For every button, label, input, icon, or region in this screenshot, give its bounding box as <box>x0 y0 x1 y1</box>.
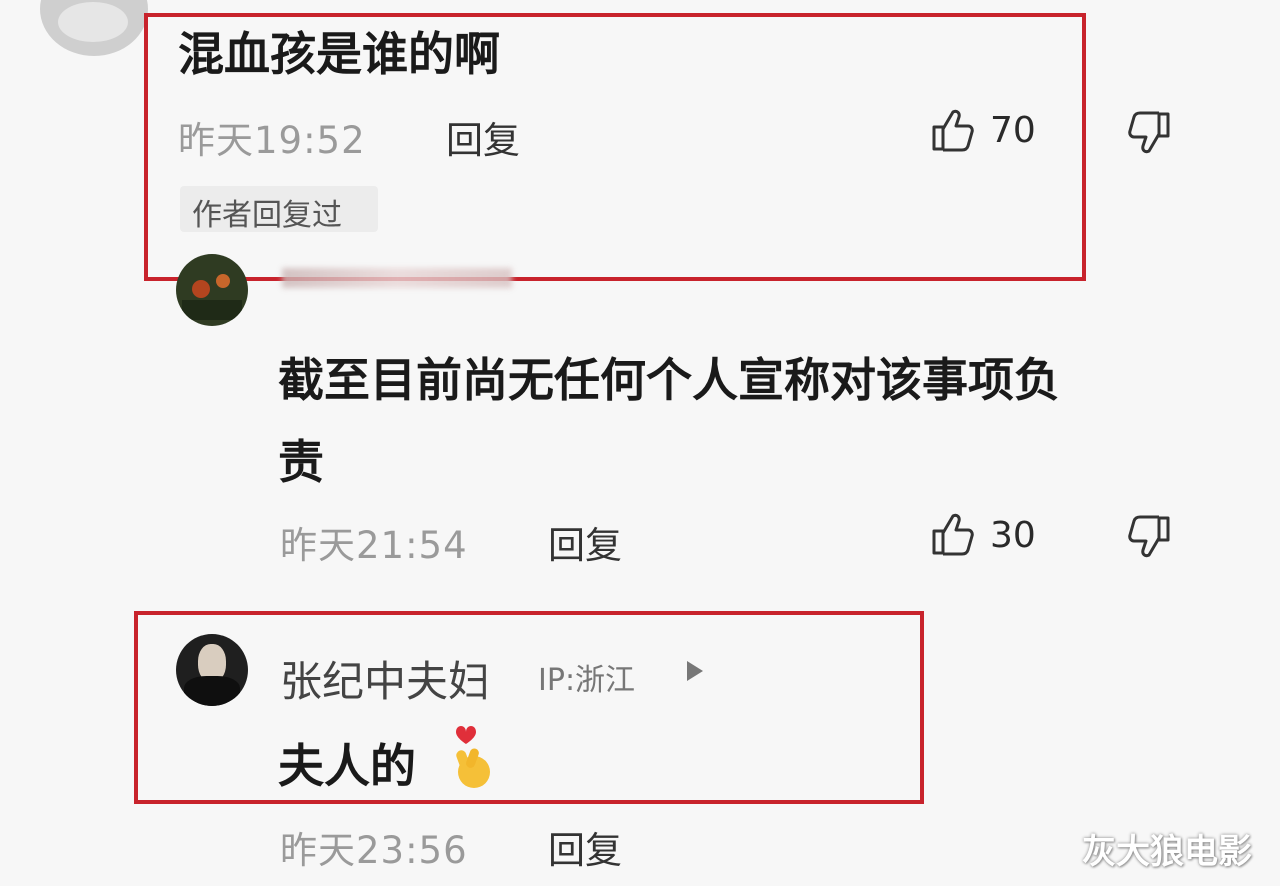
comment-text: 夫人的 <box>278 739 416 793</box>
avatar[interactable] <box>40 0 148 56</box>
avatar[interactable] <box>176 254 248 326</box>
avatar[interactable] <box>176 634 248 706</box>
watermark: 灰大狼电影 <box>1082 832 1252 872</box>
author-replied-badge: 作者回复过 <box>180 186 378 233</box>
reply-button[interactable]: 回复 <box>446 110 520 164</box>
thumbs-up-icon[interactable] <box>930 511 974 557</box>
badge-label: 作者回复过 <box>192 198 342 233</box>
thumbs-down-icon[interactable] <box>1128 514 1172 560</box>
thumbs-down-icon[interactable] <box>1128 110 1172 156</box>
username-blurred <box>282 268 512 288</box>
play-arrow-icon[interactable] <box>684 658 706 684</box>
comment-time: 昨天19:52 <box>178 119 366 162</box>
username[interactable]: 张纪中夫妇 <box>280 648 490 709</box>
finger-heart-emoji-icon <box>448 720 496 792</box>
reply-button[interactable]: 回复 <box>548 820 622 874</box>
highlight-box <box>134 611 924 804</box>
reply-button[interactable]: 回复 <box>548 515 622 569</box>
comment-time: 昨天23:56 <box>280 829 468 872</box>
comment-text-line1: 截至目前尚无任何个人宣称对该事项负 <box>278 353 1060 407</box>
ip-location: IP:浙江 <box>538 663 636 698</box>
comment-text-line2: 责 <box>278 435 324 489</box>
comment-time: 昨天21:54 <box>280 524 468 567</box>
thumbs-up-icon[interactable] <box>930 107 974 153</box>
like-count: 70 <box>990 110 1036 151</box>
comment-text: 混血孩是谁的啊 <box>178 27 500 81</box>
like-count: 30 <box>990 515 1036 556</box>
